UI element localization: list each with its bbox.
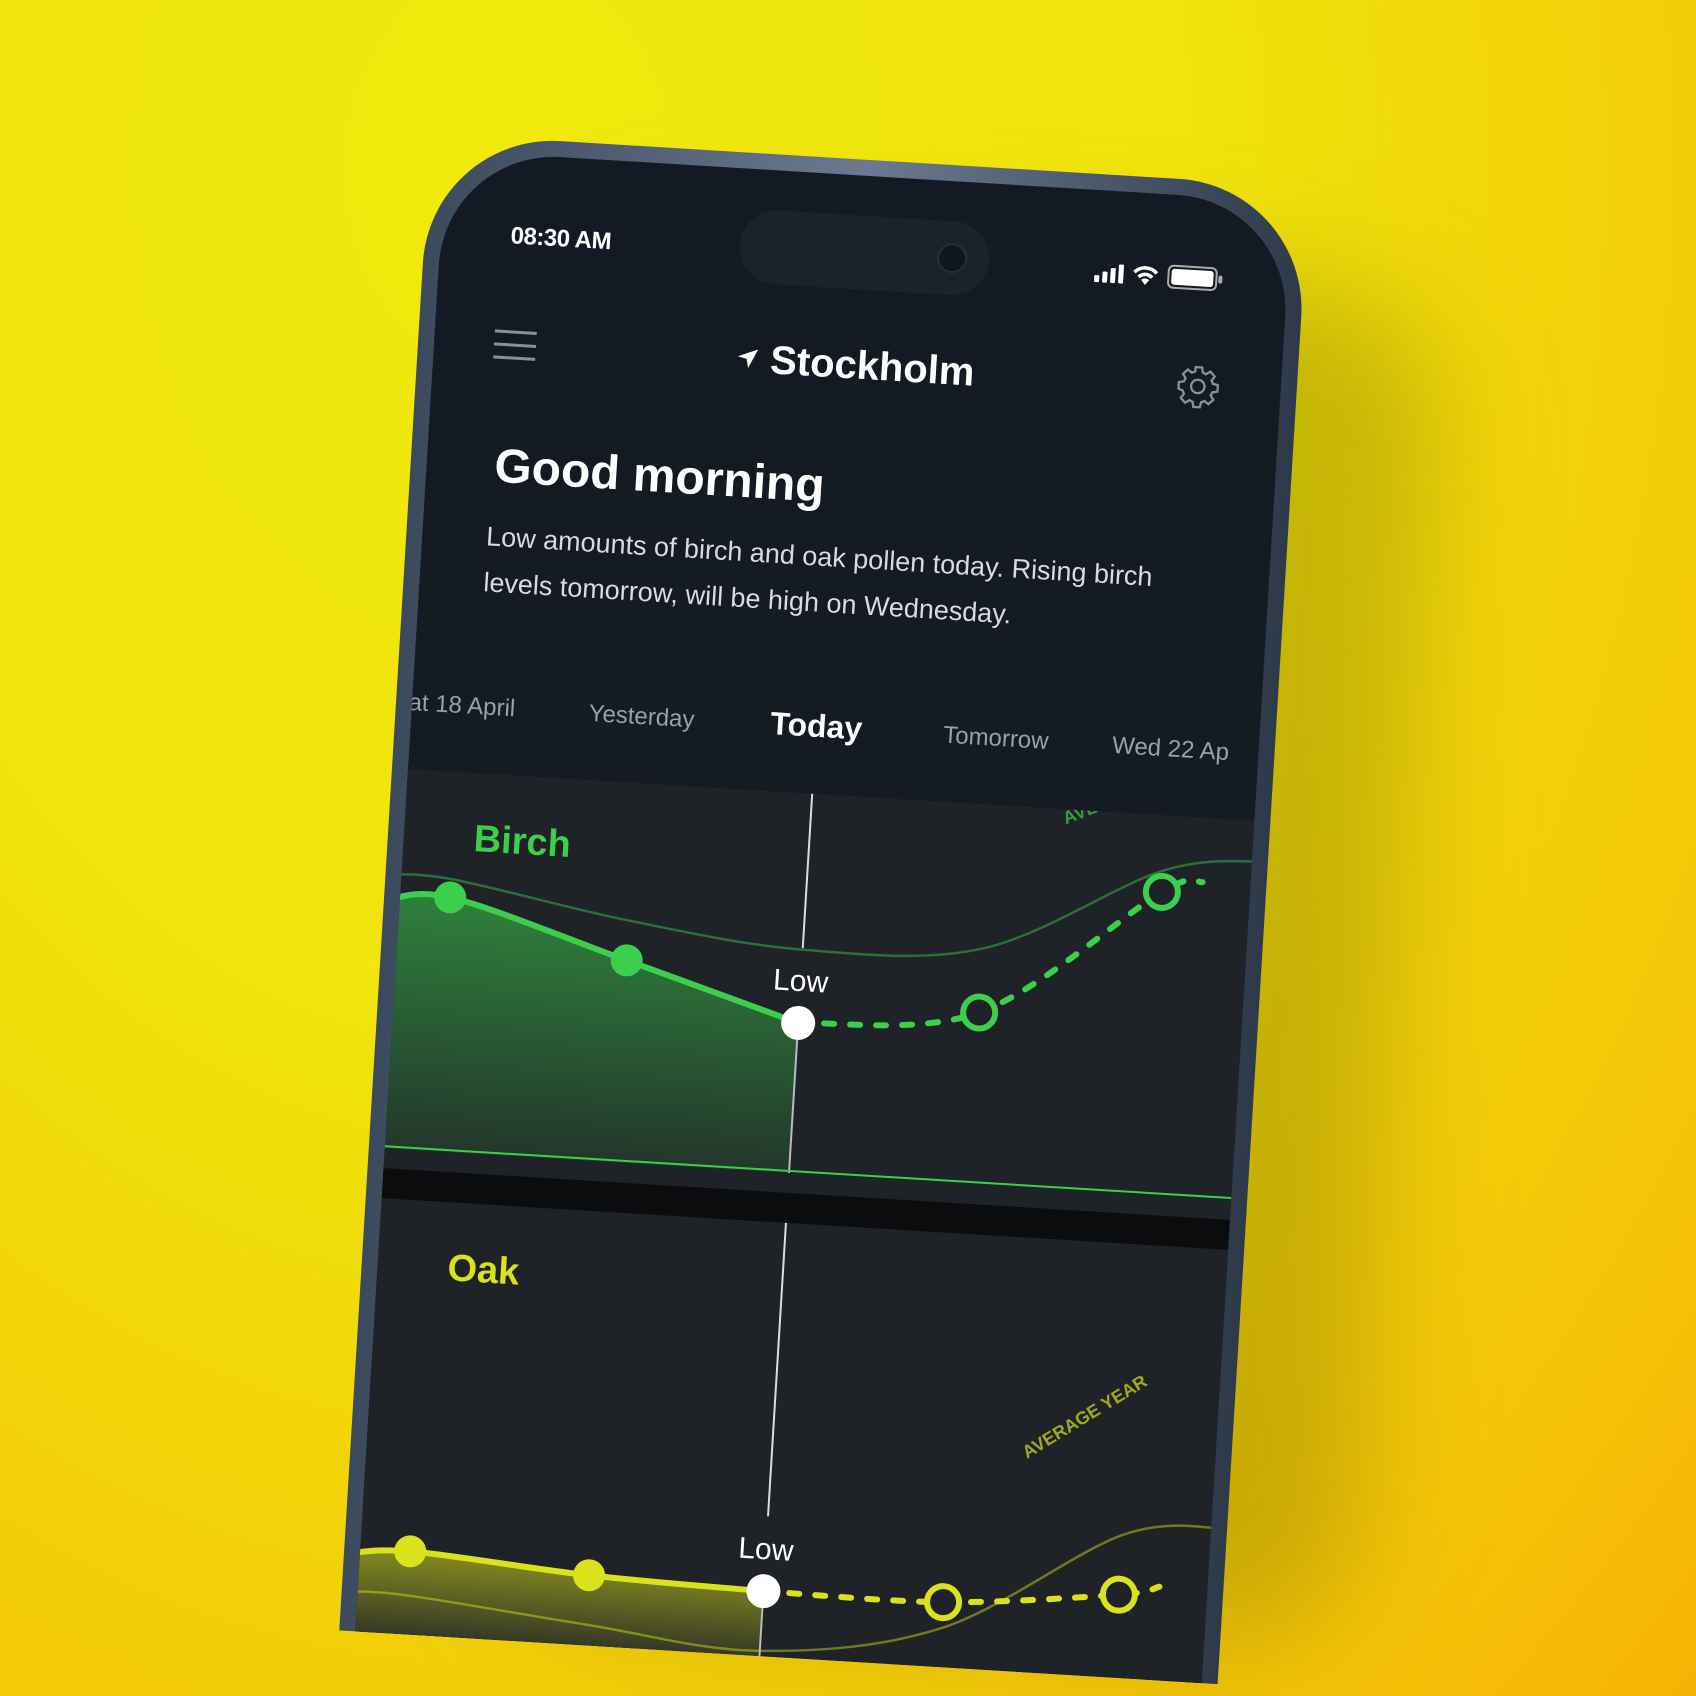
birch-chart-card[interactable]: AVERAGE YEAR Low Birch xyxy=(363,767,1265,1220)
tab-today[interactable]: Today xyxy=(769,705,863,748)
app-screen: 08:30 AM Stockholm Good morning Low amou… xyxy=(355,150,1293,1684)
average-year-label: AVERAGE YEAR xyxy=(1019,1371,1151,1462)
forecast-line xyxy=(795,876,1206,1029)
tab-sat-18-april[interactable]: at 18 April xyxy=(408,689,516,723)
tab-yesterday[interactable]: Yesterday xyxy=(588,700,695,734)
today-marker-line xyxy=(801,793,814,949)
greeting-title: Good morning xyxy=(492,439,827,513)
day-tabs: at 18 April Yesterday Today Tomorrow Wed… xyxy=(408,689,1259,791)
tab-wed-22-april[interactable]: Wed 22 Ap xyxy=(1111,732,1229,767)
forecast-line xyxy=(760,1583,1163,1606)
observed-area xyxy=(364,894,799,1173)
phone-frame: 08:30 AM Stockholm Good morning Low amou… xyxy=(339,133,1310,1685)
oak-chart-card[interactable]: AVERAGE YEAR Low Oak xyxy=(355,1196,1229,1684)
location-arrow-icon xyxy=(737,349,758,368)
forecast-point xyxy=(924,1583,963,1622)
forecast-point xyxy=(1099,1575,1138,1614)
tab-tomorrow[interactable]: Tomorrow xyxy=(942,722,1050,756)
wifi-icon xyxy=(1133,266,1159,286)
location-name: Stockholm xyxy=(769,337,976,395)
location-selector[interactable]: Stockholm xyxy=(735,336,976,395)
top-nav: Stockholm xyxy=(492,313,1222,417)
forecast-point xyxy=(1142,872,1181,911)
status-time: 08:30 AM xyxy=(509,222,612,256)
today-level-label: Low xyxy=(772,963,829,999)
hamburger-menu-icon[interactable] xyxy=(493,328,537,361)
oak-label: Oak xyxy=(446,1247,521,1294)
signal-icon xyxy=(1093,262,1125,284)
pollen-summary: Low amounts of birch and oak pollen toda… xyxy=(482,521,1154,630)
gear-icon[interactable] xyxy=(1173,362,1222,411)
today-level-label: Low xyxy=(737,1532,794,1568)
birch-label: Birch xyxy=(472,818,573,866)
today-marker-line xyxy=(767,1222,787,1517)
forecast-point xyxy=(960,993,999,1032)
battery-icon xyxy=(1166,264,1219,292)
